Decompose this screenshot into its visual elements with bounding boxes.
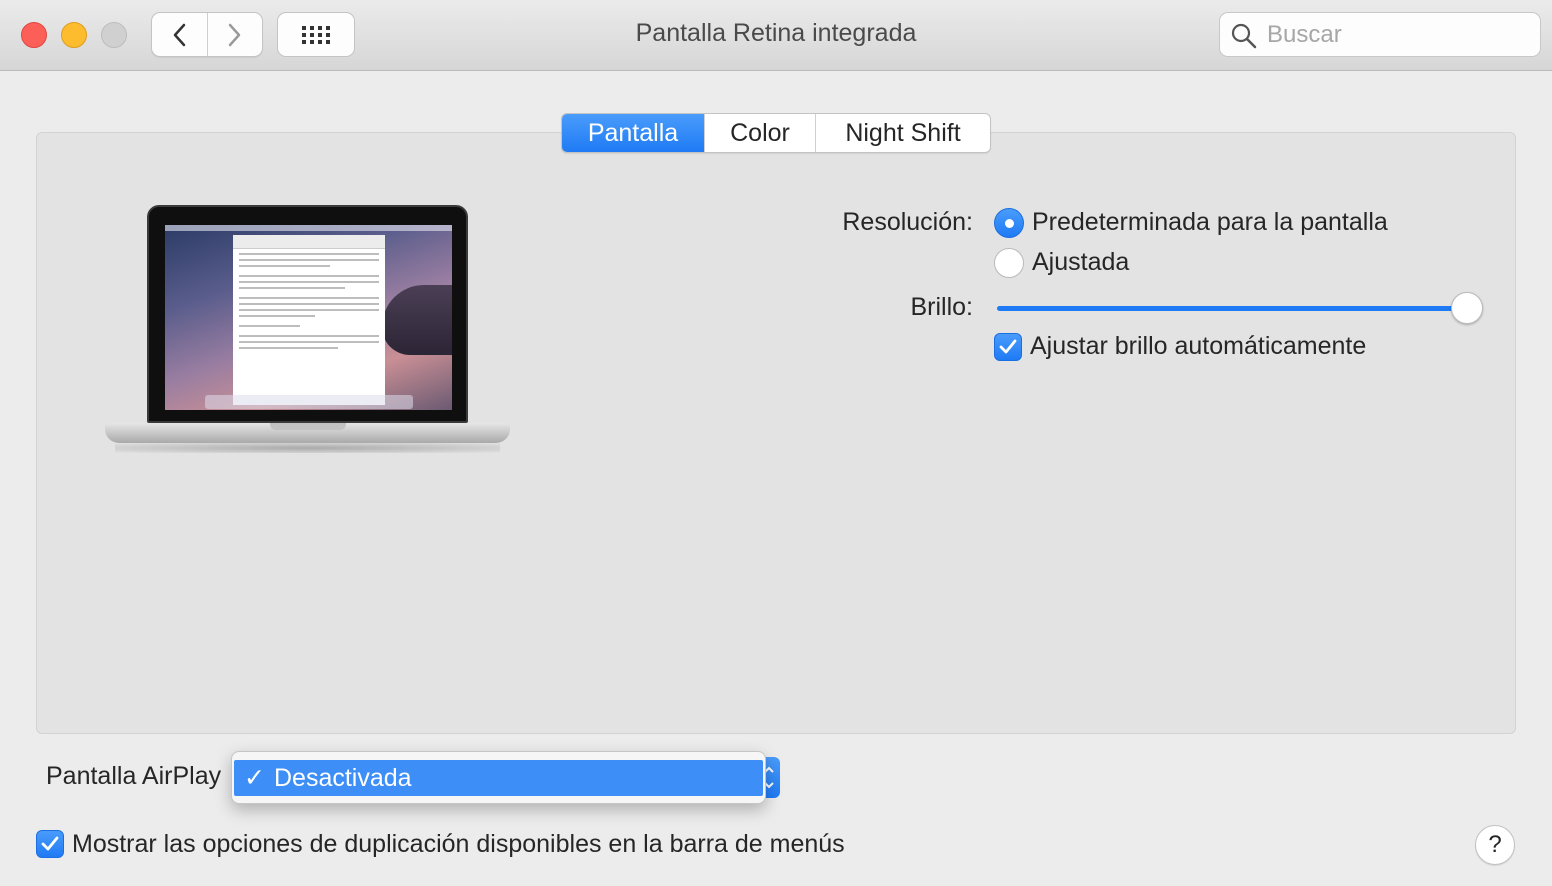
search-placeholder: Buscar <box>1267 21 1342 48</box>
checkmark-icon <box>41 836 59 851</box>
auto-brightness-checkbox[interactable] <box>994 333 1022 361</box>
scaled-resolution-label[interactable]: Ajustada <box>1032 248 1129 277</box>
laptop-base <box>105 423 510 443</box>
default-resolution-label[interactable]: Predeterminada para la pantalla <box>1032 208 1388 237</box>
tab-color[interactable]: Color <box>704 114 815 152</box>
airplay-option-label: Desactivada <box>274 763 412 792</box>
laptop-screen <box>165 225 452 410</box>
search-icon <box>1231 23 1257 49</box>
search-field[interactable]: Buscar <box>1219 12 1541 57</box>
tab-night-shift[interactable]: Night Shift <box>815 114 990 152</box>
document-window-thumbnail <box>233 235 385 405</box>
radio-default-resolution[interactable] <box>994 208 1024 238</box>
title-bar: Pantalla Retina integrada Buscar <box>0 0 1552 71</box>
tab-pantalla[interactable]: Pantalla <box>562 114 704 152</box>
mirroring-checkbox[interactable] <box>36 830 64 858</box>
mirroring-label[interactable]: Mostrar las opciones de duplicación disp… <box>72 830 845 859</box>
dock-thumbnail <box>205 395 413 409</box>
checkmark-icon: ✓ <box>244 764 265 792</box>
checkmark-icon <box>999 339 1017 354</box>
airplay-option-desactivada[interactable]: ✓ Desactivada <box>234 760 763 796</box>
brightness-slider-knob[interactable] <box>1451 292 1483 324</box>
airplay-label: Pantalla AirPlay <box>46 762 222 790</box>
radio-scaled-resolution[interactable] <box>994 248 1024 278</box>
resolution-label: Resolución: <box>842 208 973 236</box>
laptop-lid <box>147 205 468 423</box>
tab-bar: Pantalla Color Night Shift <box>561 113 991 153</box>
auto-brightness-label[interactable]: Ajustar brillo automáticamente <box>1030 332 1366 361</box>
brightness-slider-track[interactable] <box>997 306 1467 311</box>
brightness-label: Brillo: <box>910 293 973 321</box>
help-button[interactable]: ? <box>1475 825 1515 865</box>
laptop-image <box>105 205 510 455</box>
airplay-popup-menu: ✓ Desactivada <box>231 751 766 804</box>
